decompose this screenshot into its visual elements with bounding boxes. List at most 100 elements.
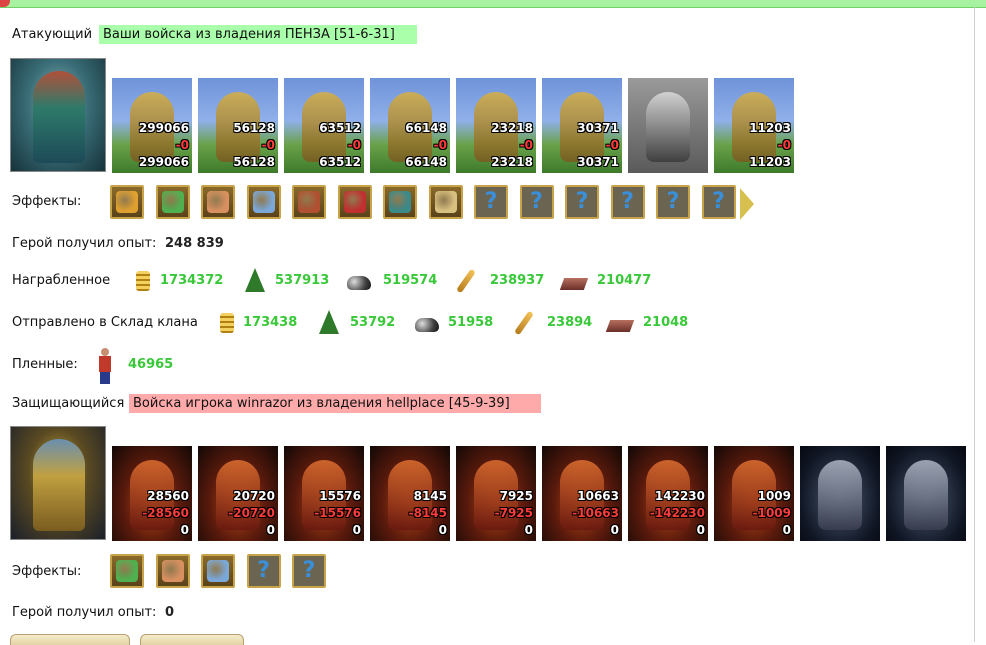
shield-swirl-icon[interactable]: [292, 185, 326, 219]
handshake-icon[interactable]: [201, 185, 235, 219]
unknown-effect-icon[interactable]: ?: [246, 554, 281, 588]
unit-loss-count: -142230: [649, 506, 705, 520]
unit-remain-count: 0: [696, 523, 705, 537]
prisoners-label: Пленные:: [12, 357, 78, 372]
unit-total-count: 8145: [413, 489, 447, 503]
clan-wood: 53792: [350, 315, 396, 330]
handshake-icon[interactable]: [155, 554, 190, 588]
unit-loss-count: -0: [777, 138, 791, 152]
attacker-unit-7[interactable]: [628, 78, 708, 173]
unit-loss-count: -0: [261, 138, 275, 152]
unknown-effect-icon[interactable]: ?: [701, 185, 736, 219]
coins-icon[interactable]: [110, 185, 144, 219]
unit-total-count: 15576: [319, 489, 361, 503]
attacker-unit-8[interactable]: 11203 -0 11203: [714, 78, 794, 173]
unit-remain-count: 66148: [405, 155, 447, 169]
defender-xp-label: Герой получил опыт:: [12, 605, 157, 620]
defender-banner: Войска игрока winrazor из владения hellp…: [129, 394, 541, 413]
unit-loss-count: -7925: [494, 506, 533, 520]
bottom-button-2[interactable]: [140, 634, 244, 645]
attacker-unit-4[interactable]: 66148 -0 66148: [370, 78, 450, 173]
bottom-button-1[interactable]: [10, 634, 130, 645]
hand-icon[interactable]: [201, 554, 235, 588]
unit-total-count: 10663: [577, 489, 619, 503]
prisoners-value: 46965: [128, 357, 174, 372]
attacker-unit-3[interactable]: 63512 -0 63512: [284, 78, 364, 173]
defender-unit-5[interactable]: 7925 -7925 0: [456, 446, 536, 541]
loot-grain: 238937: [490, 273, 545, 288]
loot-gold: 1734372: [160, 273, 224, 288]
unit-loss-count: -0: [519, 138, 533, 152]
top-bar: [0, 0, 986, 8]
defender-unit-1[interactable]: 28560 -28560 0: [112, 446, 192, 541]
clan-brick: 21048: [643, 315, 689, 330]
defender-unit-7[interactable]: 142230 -142230 0: [628, 446, 708, 541]
unknown-effect-icon[interactable]: ?: [292, 554, 326, 588]
unit-remain-count: 30371: [577, 155, 619, 169]
defender-unit-10[interactable]: [886, 446, 966, 541]
hand-icon[interactable]: [246, 185, 281, 219]
clan-ore: 51958: [448, 315, 494, 330]
attacker-unit-6[interactable]: 30371 -0 30371: [542, 78, 622, 173]
unit-remain-count: 56128: [233, 155, 275, 169]
attacker-unit-2[interactable]: 56128 -0 56128: [198, 78, 278, 173]
defender-unit-9[interactable]: [800, 446, 880, 541]
unit-remain-count: 0: [352, 523, 361, 537]
prisoner-icon: [94, 348, 116, 384]
unknown-effect-icon[interactable]: ?: [565, 185, 599, 219]
unit-loss-count: -0: [175, 138, 189, 152]
effects-next-arrow-icon[interactable]: [740, 188, 754, 220]
loot-ore: 519574: [383, 273, 438, 288]
unit-loss-count: -0: [605, 138, 619, 152]
unit-remain-count: 0: [610, 523, 619, 537]
brick-icon: [559, 268, 589, 294]
defender-unit-4[interactable]: 8145 -8145 0: [370, 446, 450, 541]
defender-unit-3[interactable]: 15576 -15576 0: [284, 446, 364, 541]
attacker-unit-5[interactable]: 23218 -0 23218: [456, 78, 536, 173]
sword-icon[interactable]: [110, 554, 144, 588]
unit-total-count: 30371: [577, 121, 619, 135]
sword-icon[interactable]: [155, 185, 190, 219]
shield-icon[interactable]: [383, 185, 417, 219]
unit-total-count: 1009: [757, 489, 791, 503]
unit-total-count: 56128: [233, 121, 275, 135]
gold-icon: [214, 310, 240, 336]
attacker-unit-1[interactable]: 299066 -0 299066: [112, 78, 192, 173]
attacker-hero-portrait[interactable]: [10, 58, 106, 172]
loot-brick: 210477: [597, 273, 652, 288]
unit-total-count: 299066: [138, 121, 189, 135]
unit-loss-count: -0: [433, 138, 447, 152]
defender-unit-2[interactable]: 20720 -20720 0: [198, 446, 278, 541]
clan-gold: 173438: [243, 315, 298, 330]
unit-remain-count: 63512: [319, 155, 361, 169]
unit-remain-count: 11203: [749, 155, 791, 169]
defender-label: Защищающийся: [12, 396, 125, 411]
unit-loss-count: -1009: [752, 506, 791, 520]
unknown-effect-icon[interactable]: ?: [519, 185, 554, 219]
ore-icon: [345, 268, 371, 294]
unit-remain-count: 0: [524, 523, 533, 537]
dice-icon[interactable]: [337, 185, 372, 219]
unknown-effect-icon[interactable]: ?: [610, 185, 645, 219]
defender-hero-portrait[interactable]: [10, 426, 106, 540]
unit-total-count: 142230: [654, 489, 705, 503]
defender-unit-6[interactable]: 10663 -10663 0: [542, 446, 622, 541]
unknown-effect-icon[interactable]: ?: [656, 185, 690, 219]
wood-icon: [242, 268, 268, 294]
wood-icon: [316, 310, 342, 336]
defender-unit-8[interactable]: 1009 -1009 0: [714, 446, 794, 541]
unit-total-count: 20720: [233, 489, 275, 503]
unit-remain-count: 0: [438, 523, 447, 537]
unknown-effect-icon[interactable]: ?: [474, 185, 508, 219]
defender-effects-label: Эффекты:: [12, 564, 82, 579]
attacker-xp-value: 248 839: [165, 236, 224, 251]
grain-icon: [511, 310, 537, 336]
attacker-banner: Ваши войска из владения ПЕНЗА [51-6-31]: [99, 25, 417, 44]
unit-remain-count: 0: [180, 523, 189, 537]
ore-icon: [413, 310, 439, 336]
scroll-icon[interactable]: [428, 185, 463, 219]
loot-wood: 537913: [275, 273, 330, 288]
unit-remain-count: 0: [782, 523, 791, 537]
unit-loss-count: -20720: [228, 506, 275, 520]
unit-loss-count: -0: [347, 138, 361, 152]
